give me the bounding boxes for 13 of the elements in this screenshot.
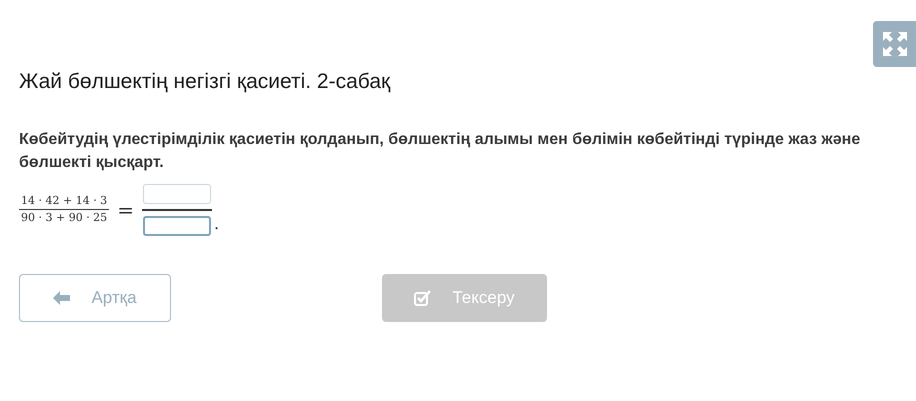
answer-field[interactable]	[142, 184, 211, 204]
checkbox-icon	[414, 290, 432, 306]
numerator: 14 · 42 + 14 · 3	[20, 192, 108, 208]
denominator: 90 · 3 + 90 · 25	[20, 210, 108, 226]
period: .	[214, 212, 220, 234]
back-button[interactable]: Артқа	[19, 274, 171, 322]
equals-sign: =	[117, 196, 134, 224]
fullscreen-button[interactable]	[873, 21, 916, 67]
answer-field[interactable]	[142, 216, 211, 236]
lesson-title: Жай бөлшектің негізгі қасиеті. 2-сабақ	[19, 69, 392, 95]
arrow-left-icon	[53, 290, 72, 304]
expand-icon	[882, 32, 906, 56]
question-text: Көбейтудің үлестірімділік қасиетін қолданып, бөлшектің алымы мен бөлімін көбейтінді түрінде жаз және бөлшекті қысқарт.	[19, 130, 862, 172]
